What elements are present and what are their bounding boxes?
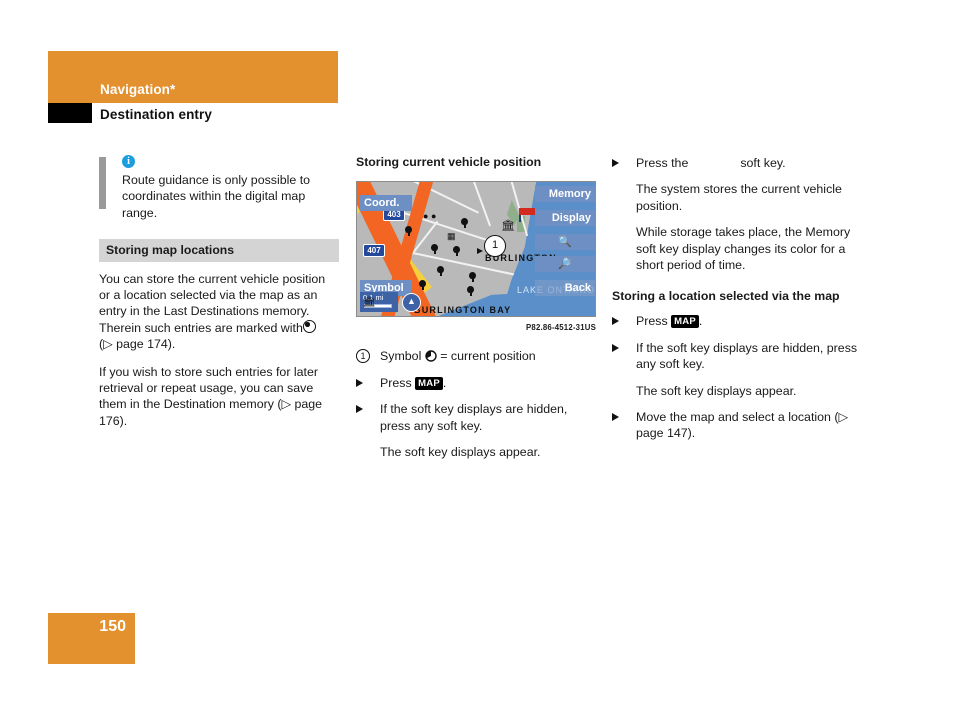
map-label-burlington-bay: BURLINGTON BAY xyxy=(414,305,512,315)
map-poi-icon: ● xyxy=(431,211,437,221)
map-poi-park-icon xyxy=(453,246,460,256)
paragraph-text-b: (▷ page 174). xyxy=(99,337,176,352)
filled-ring-symbol-icon xyxy=(302,319,316,333)
zoom-out-icon: 🔎 xyxy=(558,258,572,270)
map-poi-building-icon: ▦ xyxy=(447,231,456,241)
subhead-storing-location-via-map: Storing a location selected via the map xyxy=(612,289,840,304)
bullet-triangle-icon xyxy=(612,343,619,352)
paragraph-destination-memory: If you wish to store such entries for la… xyxy=(99,364,323,428)
step-prefix: Press xyxy=(636,314,668,329)
map-poi-park-icon xyxy=(405,226,412,236)
step-press-map: Press MAP. xyxy=(612,313,862,329)
step-press-map: Press MAP. xyxy=(356,375,596,391)
subsection-heading-storing-map-locations: Storing map locations xyxy=(99,239,339,262)
step-text: If the soft key displays are hidden, pre… xyxy=(380,402,568,433)
figure-caption: P82.86-4512-31US xyxy=(526,323,596,332)
result-softkeys-appear: The soft key displays appear. xyxy=(636,383,797,398)
left-column: i Route guidance is only possible to coo… xyxy=(99,155,339,440)
result-softkeys-appear: The soft key displays appear. xyxy=(380,445,541,460)
bullet-triangle-icon xyxy=(356,378,363,387)
map-hard-key[interactable]: MAP xyxy=(671,315,699,329)
bullet-triangle-icon xyxy=(612,413,619,422)
figure-callout-1: 1 xyxy=(484,235,506,257)
bullet-triangle-icon xyxy=(356,405,363,414)
paragraph-text-a: You can store the current vehicle positi… xyxy=(99,271,326,335)
step-softkeys-hidden: If the soft key displays are hidden, pre… xyxy=(356,401,596,434)
info-note-text: Route guidance is only possible to coord… xyxy=(122,173,311,220)
map-marker-flag xyxy=(519,208,535,215)
paragraph-storing-entries: You can store the current vehicle positi… xyxy=(99,271,339,353)
chapter-header-band: Navigation* xyxy=(48,51,338,103)
highway-shield-407: 407 xyxy=(363,244,385,257)
bullet-triangle-icon xyxy=(612,159,619,167)
step-suffix: . xyxy=(698,314,703,329)
current-position-symbol-icon xyxy=(425,350,437,363)
navigation-map-figure: 403 407 ▦ 🏛 ● ● 1 BURLINGTON BURLINGTON … xyxy=(356,181,596,336)
legend-text-before: Symbol xyxy=(380,349,422,364)
compass-north-icon[interactable]: ▲ xyxy=(402,293,421,312)
map-poi-park-icon xyxy=(437,266,444,276)
map-poi-legend-icon: 🏛 xyxy=(363,297,376,308)
legend-number-1: 1 xyxy=(356,349,370,364)
figure-legend-item-1: 1 Symbol = current position xyxy=(356,348,596,364)
memory-softkey[interactable]: Memory xyxy=(535,186,595,202)
result-memory-color-change: While storage takes place, the Memory so… xyxy=(636,225,851,273)
step-press-memory-softkey: Press the soft key. xyxy=(612,155,862,171)
display-softkey[interactable]: Display xyxy=(535,210,595,226)
map-poi-icon: ● xyxy=(423,211,429,221)
map-poi-park-icon xyxy=(469,272,476,282)
map-hard-key[interactable]: MAP xyxy=(415,376,443,390)
subhead-storing-current-vehicle-position: Storing current vehicle position xyxy=(356,155,542,169)
step-text: If the soft key displays are hidden, pre… xyxy=(636,340,858,372)
zoom-out-softkey[interactable]: 🔎 xyxy=(535,256,595,272)
step-softkeys-hidden: If the soft key displays are hidden, pre… xyxy=(612,340,862,373)
map-poi-museum-icon: 🏛 xyxy=(501,220,515,232)
info-note: i Route guidance is only possible to coo… xyxy=(99,155,339,221)
page-number-band: 150 xyxy=(48,613,135,664)
chapter-title: Navigation* xyxy=(100,82,176,97)
bullet-triangle-icon xyxy=(612,317,619,326)
middle-column: Storing current vehicle position 403 407 xyxy=(356,155,596,470)
coord-softkey[interactable]: Coord. xyxy=(360,195,412,211)
step-prefix: Press xyxy=(380,375,412,390)
back-softkey[interactable]: Back xyxy=(535,280,595,296)
step-text: Move the map and select a location (▷ pa… xyxy=(636,410,849,441)
step-prefix: Press the xyxy=(636,156,689,170)
map-poi-park-icon xyxy=(419,280,426,290)
right-column: Press the soft key. The system stores the… xyxy=(612,155,862,452)
step-suffix: soft key. xyxy=(740,156,786,170)
map-poi-park-icon xyxy=(431,244,438,254)
current-position-marker-icon xyxy=(477,248,483,254)
info-icon: i xyxy=(122,155,135,168)
section-marker-tab xyxy=(48,103,92,123)
map-display-screen: 403 407 ▦ 🏛 ● ● 1 BURLINGTON BURLINGTON … xyxy=(356,181,596,317)
map-poi-park-icon xyxy=(467,286,474,296)
zoom-in-softkey[interactable]: 🔍 xyxy=(535,234,595,250)
info-note-bar xyxy=(99,157,106,209)
step-suffix: . xyxy=(442,375,447,390)
map-poi-park-icon xyxy=(461,218,468,228)
legend-text-after: = current position xyxy=(440,349,536,364)
zoom-in-icon: 🔍 xyxy=(558,236,572,248)
step-move-map-select-location: Move the map and select a location (▷ pa… xyxy=(612,409,862,442)
section-title: Destination entry xyxy=(100,107,212,122)
result-system-stores-position: The system stores the current vehicle po… xyxy=(636,182,842,213)
page-number: 150 xyxy=(99,618,126,635)
